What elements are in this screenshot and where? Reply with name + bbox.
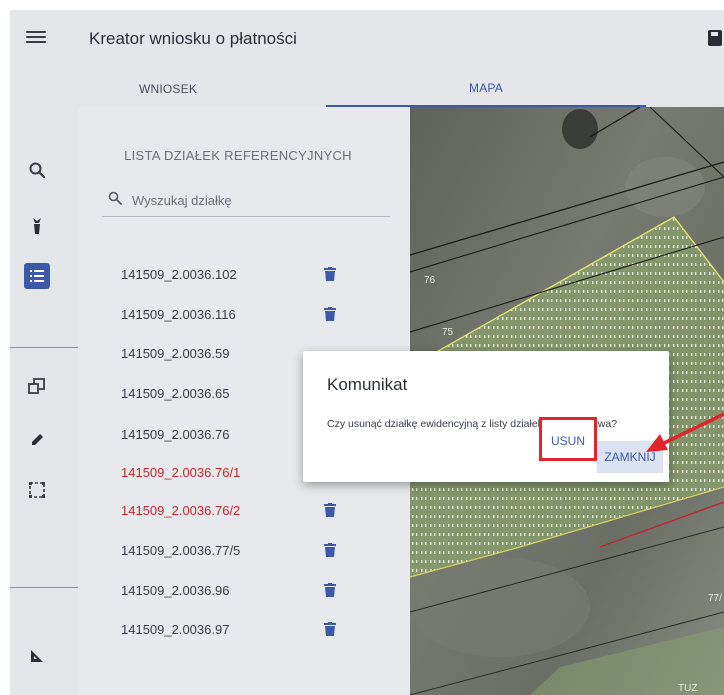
save-icon[interactable]: [708, 30, 722, 46]
confirm-dialog: Komunikat Czy usunąć działkę ewidencyjną…: [303, 351, 669, 482]
trash-icon[interactable]: [324, 583, 336, 597]
trash-icon[interactable]: [324, 307, 336, 321]
search-icon[interactable]: [24, 157, 50, 183]
annotation-arrow-icon: [646, 412, 724, 452]
crop-icon[interactable]: [24, 213, 50, 239]
parcel-item[interactable]: 141509_2.0036.102: [121, 267, 237, 287]
search-input[interactable]: [132, 188, 382, 212]
delete-button-label: USUN: [550, 434, 585, 448]
toolbar-divider: [10, 587, 78, 588]
trash-icon[interactable]: [324, 267, 336, 281]
parcel-item[interactable]: 141509_2.0036.77/5: [121, 543, 240, 563]
parcel-item[interactable]: 141509_2.0036.96: [121, 583, 229, 603]
parcel-item-highlighted[interactable]: 141509_2.0036.76/1: [121, 465, 240, 485]
parcel-item[interactable]: 141509_2.0036.65: [121, 386, 229, 406]
trash-icon[interactable]: [324, 503, 336, 517]
menu-icon[interactable]: [26, 28, 46, 48]
panel-title: LISTA DZIAŁEK REFERENCYJNYCH: [124, 148, 352, 163]
tab-wniosek[interactable]: WNIOSEK: [10, 70, 326, 107]
page-title: Kreator wniosku o płatności: [89, 29, 297, 48]
map-label: TUZ: [678, 683, 697, 694]
map-label: 76: [424, 275, 436, 286]
app-root: Kreator wniosku o płatności WNIOSEK MAPA: [0, 0, 724, 695]
measure-icon[interactable]: [24, 643, 50, 669]
dialog-title: Komunikat: [327, 375, 408, 394]
parcel-item-highlighted[interactable]: 141509_2.0036.76/2: [121, 503, 240, 523]
parcel-item[interactable]: 141509_2.0036.76: [121, 427, 229, 447]
map-toolbar: [10, 107, 78, 695]
pencil-icon[interactable]: [24, 427, 50, 453]
parcel-item[interactable]: 141509_2.0036.97: [121, 622, 229, 642]
toolbar-divider: [10, 347, 78, 348]
search-icon: [108, 191, 122, 205]
select-area-icon[interactable]: [24, 477, 50, 503]
search-field: [102, 185, 390, 217]
app-bar: Kreator wniosku o płatności: [10, 10, 724, 70]
trash-icon[interactable]: [324, 543, 336, 557]
map-label: 77/: [708, 593, 722, 604]
parcel-item[interactable]: 141509_2.0036.116: [121, 307, 236, 327]
delete-button[interactable]: USUN: [539, 417, 597, 461]
trash-icon[interactable]: [324, 622, 336, 636]
map-label: 75: [442, 327, 454, 338]
copy-icon[interactable]: [24, 373, 50, 399]
parcel-item[interactable]: 141509_2.0036.59: [121, 346, 229, 366]
list-icon[interactable]: [24, 263, 50, 289]
tab-bar: WNIOSEK MAPA: [10, 70, 724, 107]
tab-mapa[interactable]: MAPA: [326, 70, 646, 107]
